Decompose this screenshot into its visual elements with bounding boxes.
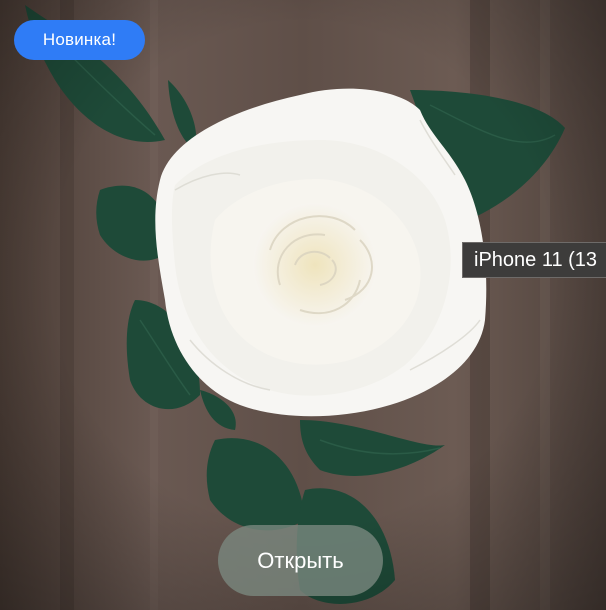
new-badge: Новинка! [14, 20, 145, 60]
white-rose-photo [0, 0, 606, 610]
device-tooltip: iPhone 11 (13 [462, 242, 606, 278]
open-button[interactable]: Открыть [218, 525, 383, 596]
app-preview-card: Новинка! iPhone 11 (13 Открыть [0, 0, 606, 610]
